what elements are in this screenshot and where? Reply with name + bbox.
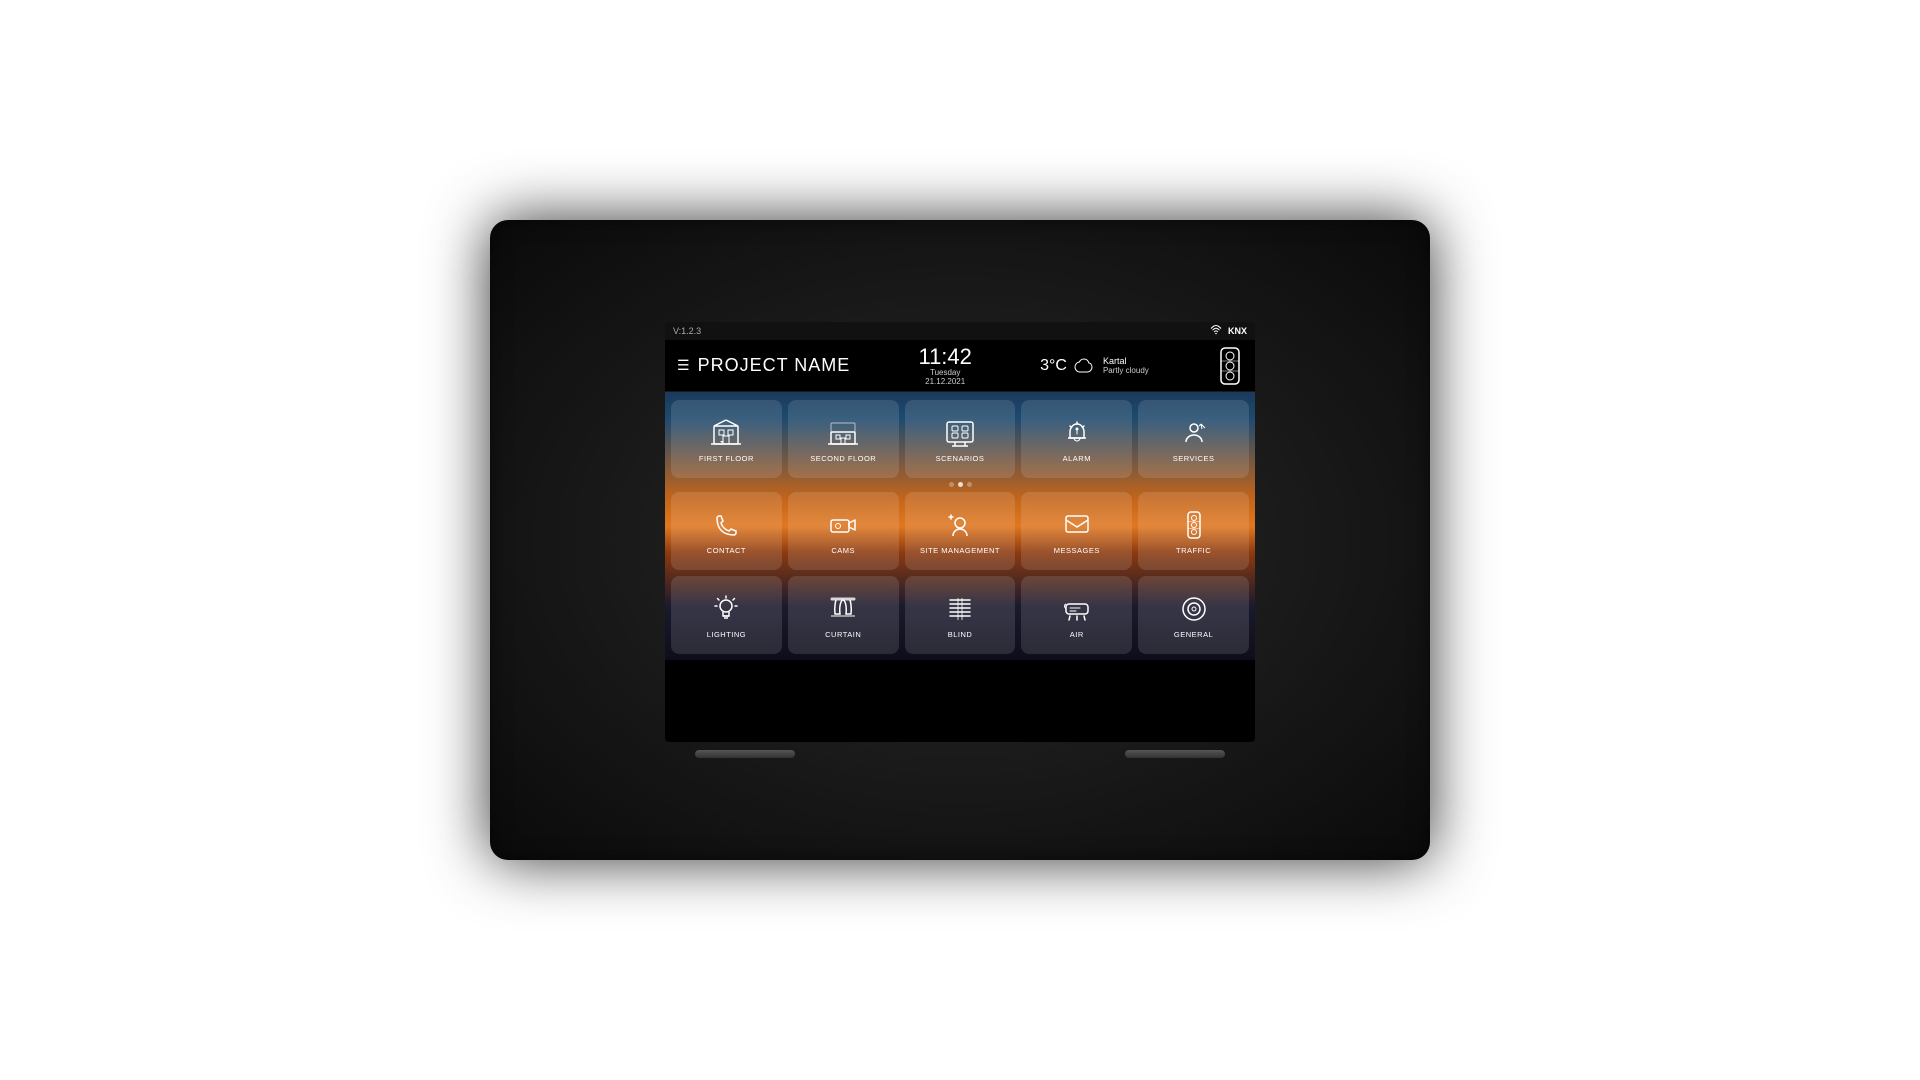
general-label: GENERAL xyxy=(1174,630,1213,639)
site-management-label: SITE MANAGEMENT xyxy=(920,546,1000,555)
date-label: 21.12.2021 xyxy=(925,377,965,386)
alarm-label: ALARM xyxy=(1063,454,1091,463)
temperature: 3°C xyxy=(1040,357,1067,375)
weather-location: Kartal xyxy=(1103,356,1149,366)
weather-desc: Partly cloudy xyxy=(1103,366,1149,375)
dot-1 xyxy=(949,482,954,487)
services-icon xyxy=(1179,418,1209,448)
version-label: V:1.2.3 xyxy=(673,326,701,336)
traffic-icon xyxy=(1179,510,1209,540)
menu-item-first-floor[interactable]: FIRST FLOOR xyxy=(671,400,782,478)
menu-item-contact[interactable]: CONTACT xyxy=(671,492,782,570)
messages-label: MESSAGES xyxy=(1054,546,1100,555)
blind-label: BLIND xyxy=(948,630,973,639)
grid-row-3: LIGHTING CURTAIN xyxy=(671,576,1249,654)
traffic-label: TRAFFIC xyxy=(1176,546,1211,555)
dot-3 xyxy=(967,482,972,487)
menu-item-scenarios[interactable]: SCENARIOS xyxy=(905,400,1016,478)
weather-text: Kartal Partly cloudy xyxy=(1103,356,1149,375)
second-floor-icon xyxy=(828,418,858,448)
time-value: 11:42 xyxy=(918,346,971,368)
menu-item-lighting[interactable]: LIGHTING xyxy=(671,576,782,654)
menu-item-curtain[interactable]: CURTAIN xyxy=(788,576,899,654)
cloud-icon xyxy=(1073,356,1097,376)
day-label: Tuesday xyxy=(930,368,960,377)
page-dots xyxy=(671,482,1249,488)
menu-item-cams[interactable]: CAMS xyxy=(788,492,899,570)
scenarios-icon xyxy=(945,418,975,448)
general-icon xyxy=(1179,594,1209,624)
menu-item-site-management[interactable]: SITE MANAGEMENT xyxy=(905,492,1016,570)
first-floor-icon xyxy=(711,418,741,448)
menu-item-second-floor[interactable]: SECOND FLOOR xyxy=(788,400,899,478)
time-display: 11:42 Tuesday 21.12.2021 xyxy=(918,346,971,386)
grid-row-1: FIRST FLOOR SECOND FLOOR xyxy=(671,400,1249,478)
handle-right xyxy=(1125,750,1225,758)
content-area: FIRST FLOOR SECOND FLOOR xyxy=(665,392,1255,660)
services-label: SERVICES xyxy=(1173,454,1215,463)
header: ☰ PROJECT NAME 11:42 Tuesday 21.12.2021 … xyxy=(665,340,1255,392)
blind-icon xyxy=(945,594,975,624)
alarm-icon xyxy=(1062,418,1092,448)
traffic-icon-header xyxy=(1217,347,1243,385)
lighting-icon xyxy=(711,594,741,624)
air-label: AIR xyxy=(1070,630,1084,639)
menu-item-traffic[interactable]: TRAFFIC xyxy=(1138,492,1249,570)
messages-icon xyxy=(1062,510,1092,540)
project-name: PROJECT NAME xyxy=(698,355,851,376)
device-handles xyxy=(665,750,1255,758)
screen: V:1.2.3 KNX ☰ PROJECT NAME xyxy=(665,322,1255,742)
menu-item-air[interactable]: AIR xyxy=(1021,576,1132,654)
knx-badge: KNX xyxy=(1228,326,1247,336)
dot-2 xyxy=(958,482,963,487)
menu-item-alarm[interactable]: ALARM xyxy=(1021,400,1132,478)
air-icon xyxy=(1062,594,1092,624)
menu-item-general[interactable]: GENERAL xyxy=(1138,576,1249,654)
second-floor-label: SECOND FLOOR xyxy=(810,454,876,463)
site-management-icon xyxy=(945,510,975,540)
curtain-icon xyxy=(828,594,858,624)
status-bar: V:1.2.3 KNX xyxy=(665,322,1255,340)
lighting-label: LIGHTING xyxy=(707,630,746,639)
grid-row-2: CONTACT CAMS SITE MA xyxy=(671,492,1249,570)
menu-item-messages[interactable]: MESSAGES xyxy=(1021,492,1132,570)
menu-item-blind[interactable]: BLIND xyxy=(905,576,1016,654)
menu-item-services[interactable]: SERVICES xyxy=(1138,400,1249,478)
contact-icon xyxy=(711,510,741,540)
hamburger-button[interactable]: ☰ xyxy=(677,357,690,374)
wifi-icon xyxy=(1210,325,1222,337)
first-floor-label: FIRST FLOOR xyxy=(699,454,754,463)
scenarios-label: SCENARIOS xyxy=(936,454,985,463)
cams-label: CAMS xyxy=(831,546,855,555)
curtain-label: CURTAIN xyxy=(825,630,861,639)
cams-icon xyxy=(828,510,858,540)
device-frame: V:1.2.3 KNX ☰ PROJECT NAME xyxy=(490,220,1430,860)
handle-left xyxy=(695,750,795,758)
contact-label: CONTACT xyxy=(707,546,746,555)
weather-display: 3°C Kartal Partly cloudy xyxy=(1040,356,1149,376)
